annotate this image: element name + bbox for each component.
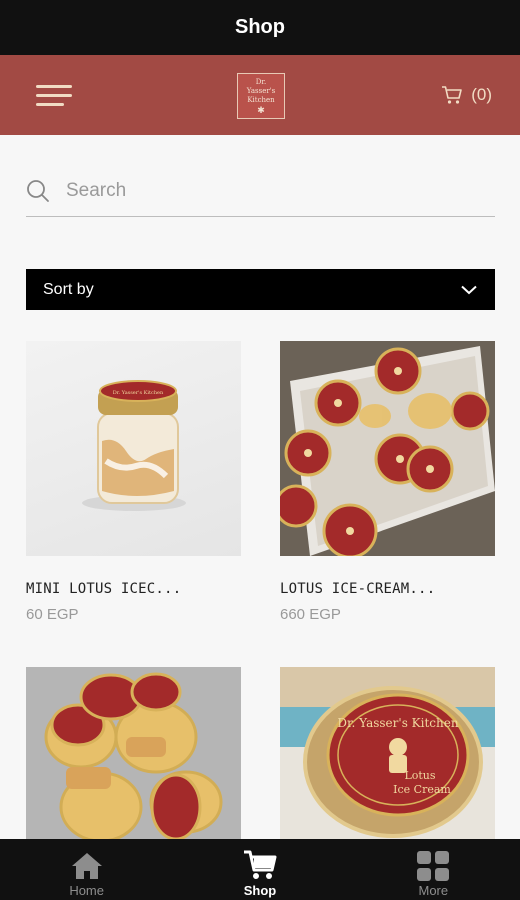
product-image[interactable]: Dr. Yasser's Kitchen Lotus Ice Cream bbox=[280, 667, 495, 839]
logo-text: Dr. Yasser's Kitchen bbox=[246, 77, 276, 104]
nav-shop-label: Shop bbox=[243, 883, 277, 898]
grid-icon bbox=[417, 851, 450, 881]
product-image[interactable]: Dr. Yasser's Kitchen bbox=[26, 341, 241, 556]
menu-button[interactable] bbox=[36, 85, 72, 107]
bottom-navigation: Home Shop More bbox=[0, 839, 520, 900]
jar-brand-text: Dr. Yasser's Kitchen bbox=[337, 716, 458, 730]
product-card[interactable]: Dr. Yasser's Kitchen Lotus Ice Cream bbox=[280, 667, 495, 839]
cart-button[interactable]: (0) bbox=[441, 85, 492, 105]
chevron-down-icon bbox=[461, 285, 477, 294]
product-photo: Dr. Yasser's Kitchen Lotus Ice Cream bbox=[280, 667, 495, 839]
nav-home[interactable]: Home bbox=[0, 839, 173, 900]
search-bar bbox=[26, 165, 495, 217]
jar-brand-text: Dr. Yasser's Kitchen bbox=[113, 390, 164, 396]
product-image[interactable] bbox=[280, 341, 495, 556]
product-card[interactable]: Dr. Yasser's Kitchen MINI LOTUS ICEC... … bbox=[26, 341, 241, 623]
gingerbread-icon: ✱ bbox=[257, 104, 265, 115]
search-input[interactable] bbox=[66, 179, 466, 202]
product-image[interactable] bbox=[26, 667, 241, 839]
product-photo bbox=[280, 341, 495, 556]
product-photo bbox=[26, 667, 241, 839]
nav-more[interactable]: More bbox=[347, 839, 520, 900]
cart-icon bbox=[243, 850, 277, 879]
nav-more-label: More bbox=[418, 883, 449, 898]
jar-label-line1: Lotus bbox=[404, 769, 435, 782]
jar-label-line2: Ice Cream bbox=[393, 783, 451, 796]
product-photo: Dr. Yasser's Kitchen bbox=[82, 380, 186, 511]
product-name[interactable]: LOTUS ICE-CREAM... bbox=[280, 581, 435, 597]
store-header: Dr. Yasser's Kitchen ✱ (0) bbox=[0, 55, 520, 135]
menu-icon bbox=[36, 85, 72, 88]
cart-count: (0) bbox=[471, 85, 492, 104]
menu-icon bbox=[36, 103, 64, 106]
menu-icon bbox=[36, 94, 72, 97]
window-title: Shop bbox=[235, 16, 285, 38]
nav-home-label: Home bbox=[69, 883, 104, 898]
product-name[interactable]: MINI LOTUS ICEC... bbox=[26, 581, 181, 597]
cart-icon bbox=[442, 86, 463, 104]
sort-dropdown[interactable]: Sort by bbox=[26, 269, 495, 310]
store-logo[interactable]: Dr. Yasser's Kitchen ✱ bbox=[237, 73, 285, 119]
product-card[interactable]: LOTUS ICE-CREAM... 660 EGP bbox=[280, 341, 495, 623]
sort-label: Sort by bbox=[43, 280, 94, 298]
home-icon bbox=[71, 853, 102, 879]
nav-shop[interactable]: Shop bbox=[173, 839, 346, 900]
product-price: 660 EGP bbox=[280, 606, 341, 623]
product-card[interactable] bbox=[26, 667, 241, 839]
app-title-bar: Shop bbox=[0, 0, 520, 55]
search-icon bbox=[27, 179, 49, 202]
product-price: 60 EGP bbox=[26, 606, 79, 623]
